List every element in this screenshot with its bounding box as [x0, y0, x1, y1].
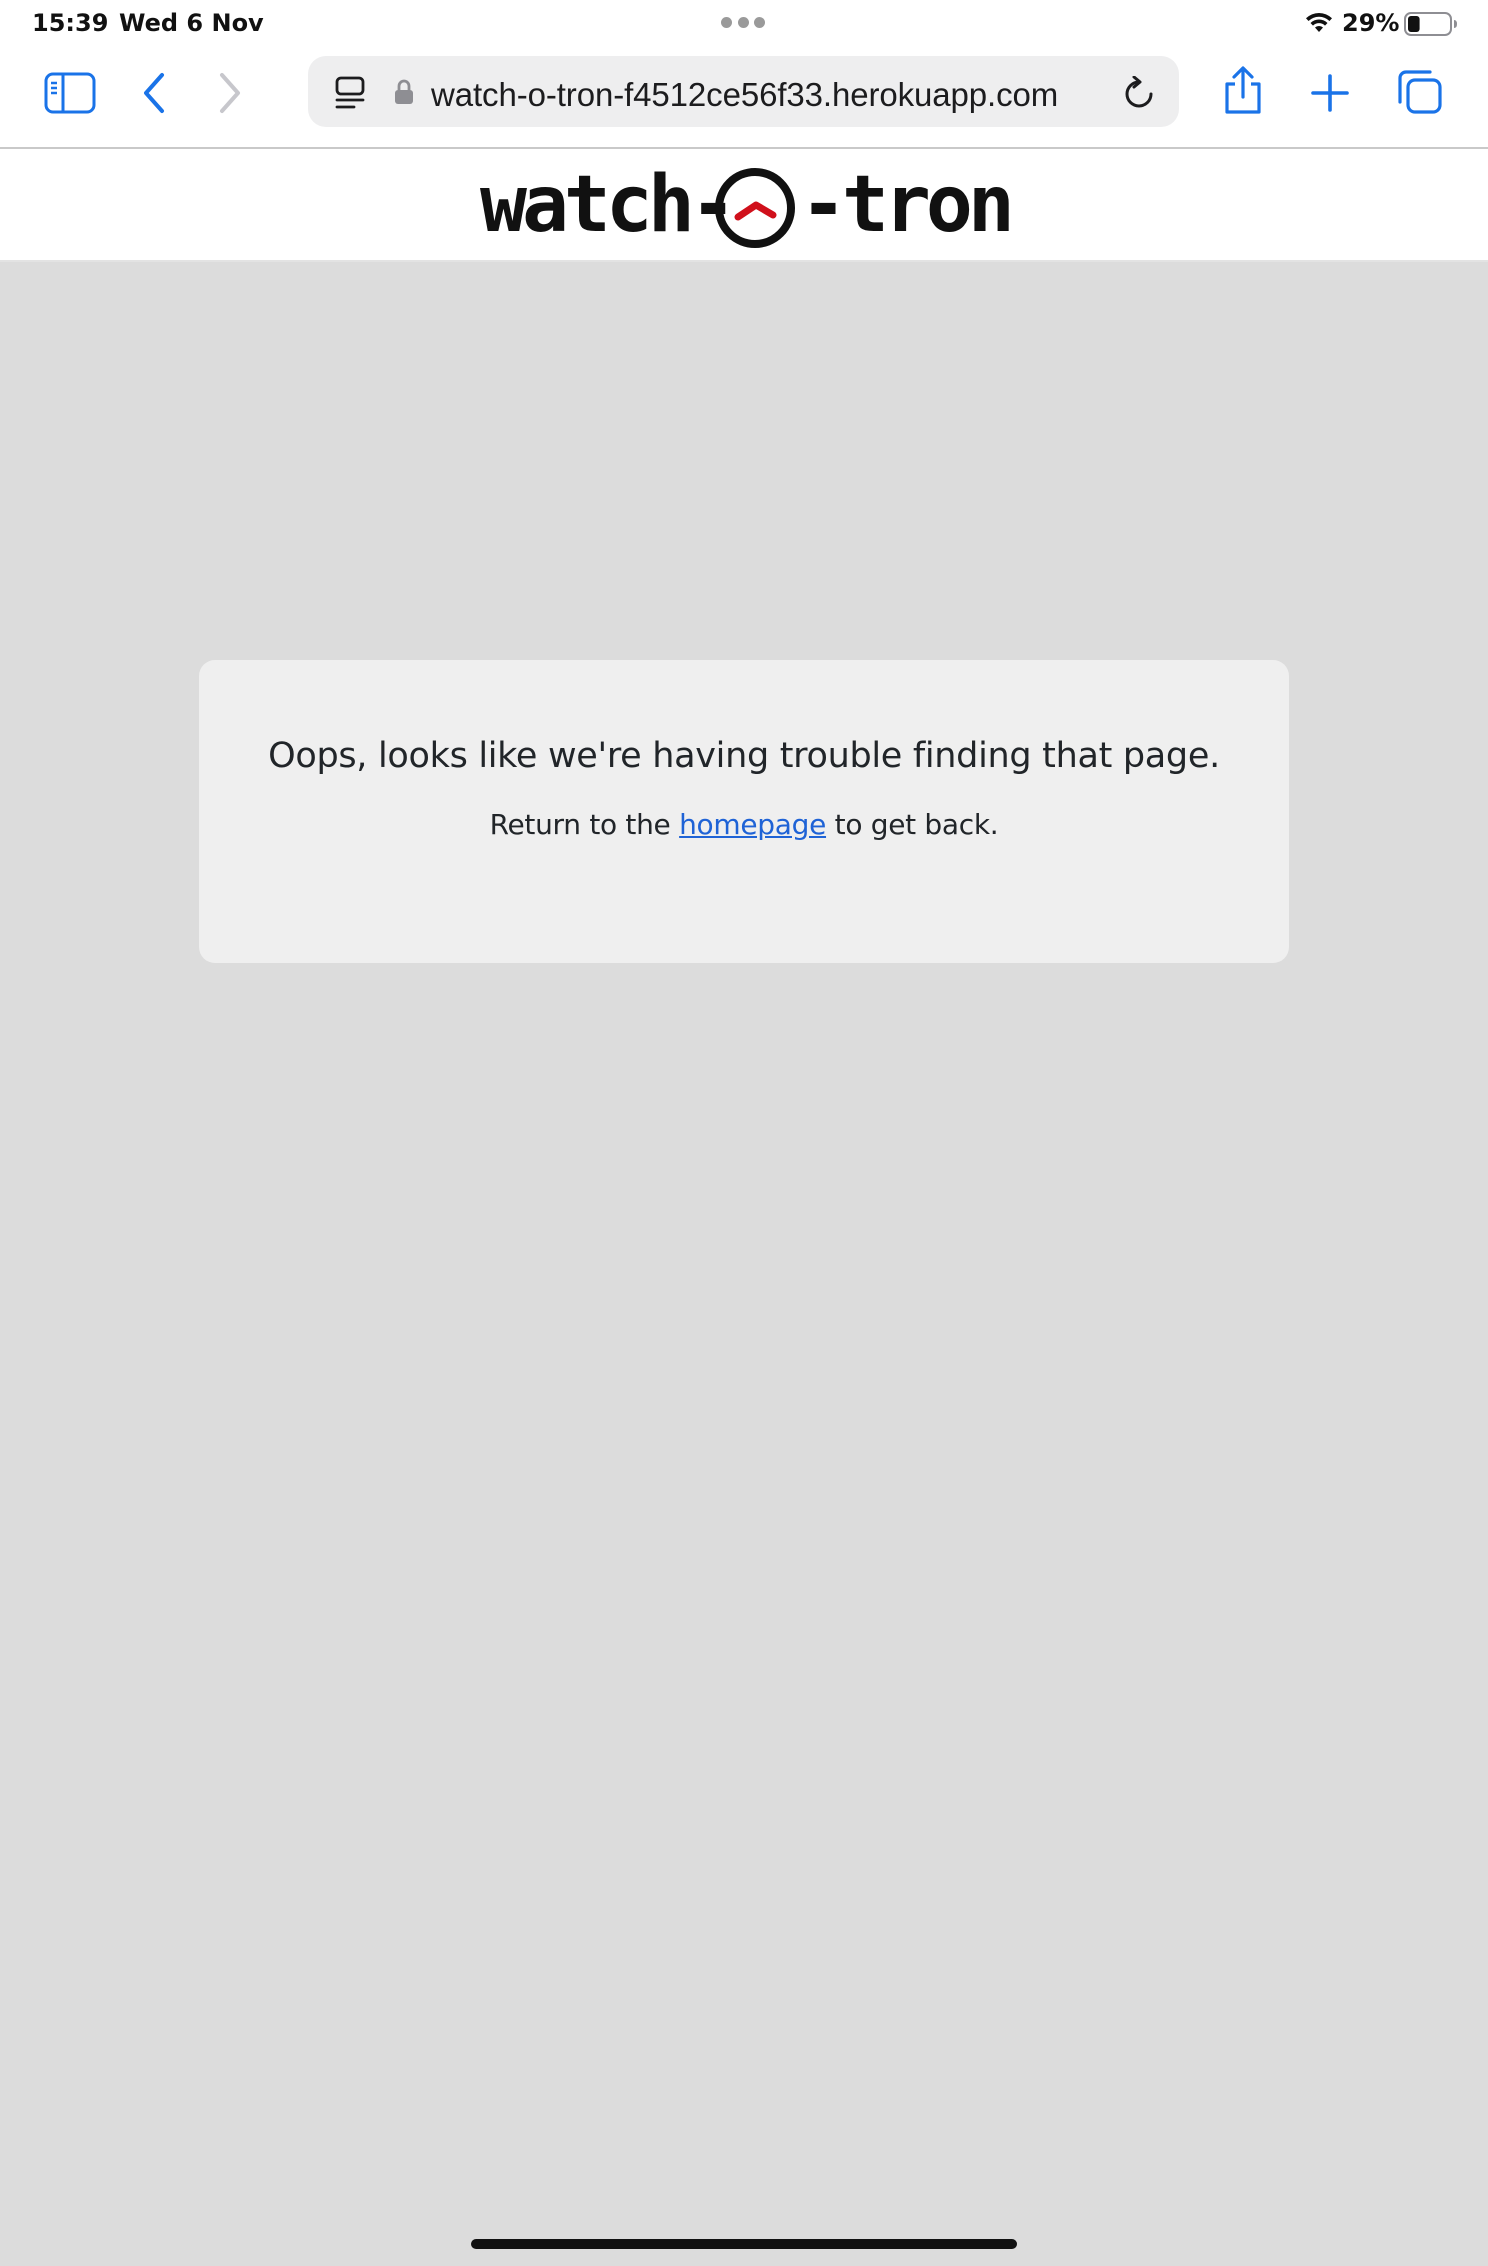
browser-toolbar: watch-o-tron-f4512ce56f33.herokuapp.com — [0, 48, 1488, 149]
forward-icon[interactable] — [217, 72, 243, 114]
reader-icon[interactable] — [334, 76, 366, 110]
share-icon[interactable] — [1222, 66, 1264, 116]
error-card: Oops, looks like we're having trouble fi… — [199, 660, 1289, 963]
site-header: watch- -tron — [0, 149, 1488, 262]
new-tab-icon[interactable] — [1311, 74, 1349, 112]
status-date: Wed 6 Nov — [119, 9, 264, 37]
status-time: 15:39 — [32, 9, 109, 37]
logo-text-right: -tron — [800, 161, 1010, 250]
logo-text-left: watch- — [480, 161, 732, 250]
battery-percent: 29% — [1342, 9, 1400, 37]
error-heading: Oops, looks like we're having trouble fi… — [268, 736, 1220, 776]
home-indicator[interactable] — [471, 2239, 1017, 2249]
tabs-icon[interactable] — [1396, 70, 1444, 116]
error-text-after: to get back. — [834, 808, 999, 841]
address-bar[interactable]: watch-o-tron-f4512ce56f33.herokuapp.com — [308, 56, 1179, 127]
back-icon[interactable] — [141, 72, 167, 114]
wifi-icon — [1306, 12, 1332, 32]
status-bar: 15:39 Wed 6 Nov 29% — [0, 0, 1488, 48]
site-logo[interactable]: watch- -tron — [480, 161, 1010, 251]
error-message: Return to the homepage to get back. — [199, 808, 1289, 841]
error-text-before: Return to the — [489, 808, 671, 841]
url-text: watch-o-tron-f4512ce56f33.herokuapp.com — [431, 76, 1059, 113]
lock-icon — [395, 79, 413, 104]
multitasking-dots-icon[interactable] — [721, 17, 765, 29]
homepage-link[interactable]: homepage — [679, 808, 826, 841]
battery-icon — [1404, 12, 1457, 36]
sidebar-icon[interactable] — [44, 72, 96, 114]
reload-icon[interactable] — [1122, 76, 1156, 112]
